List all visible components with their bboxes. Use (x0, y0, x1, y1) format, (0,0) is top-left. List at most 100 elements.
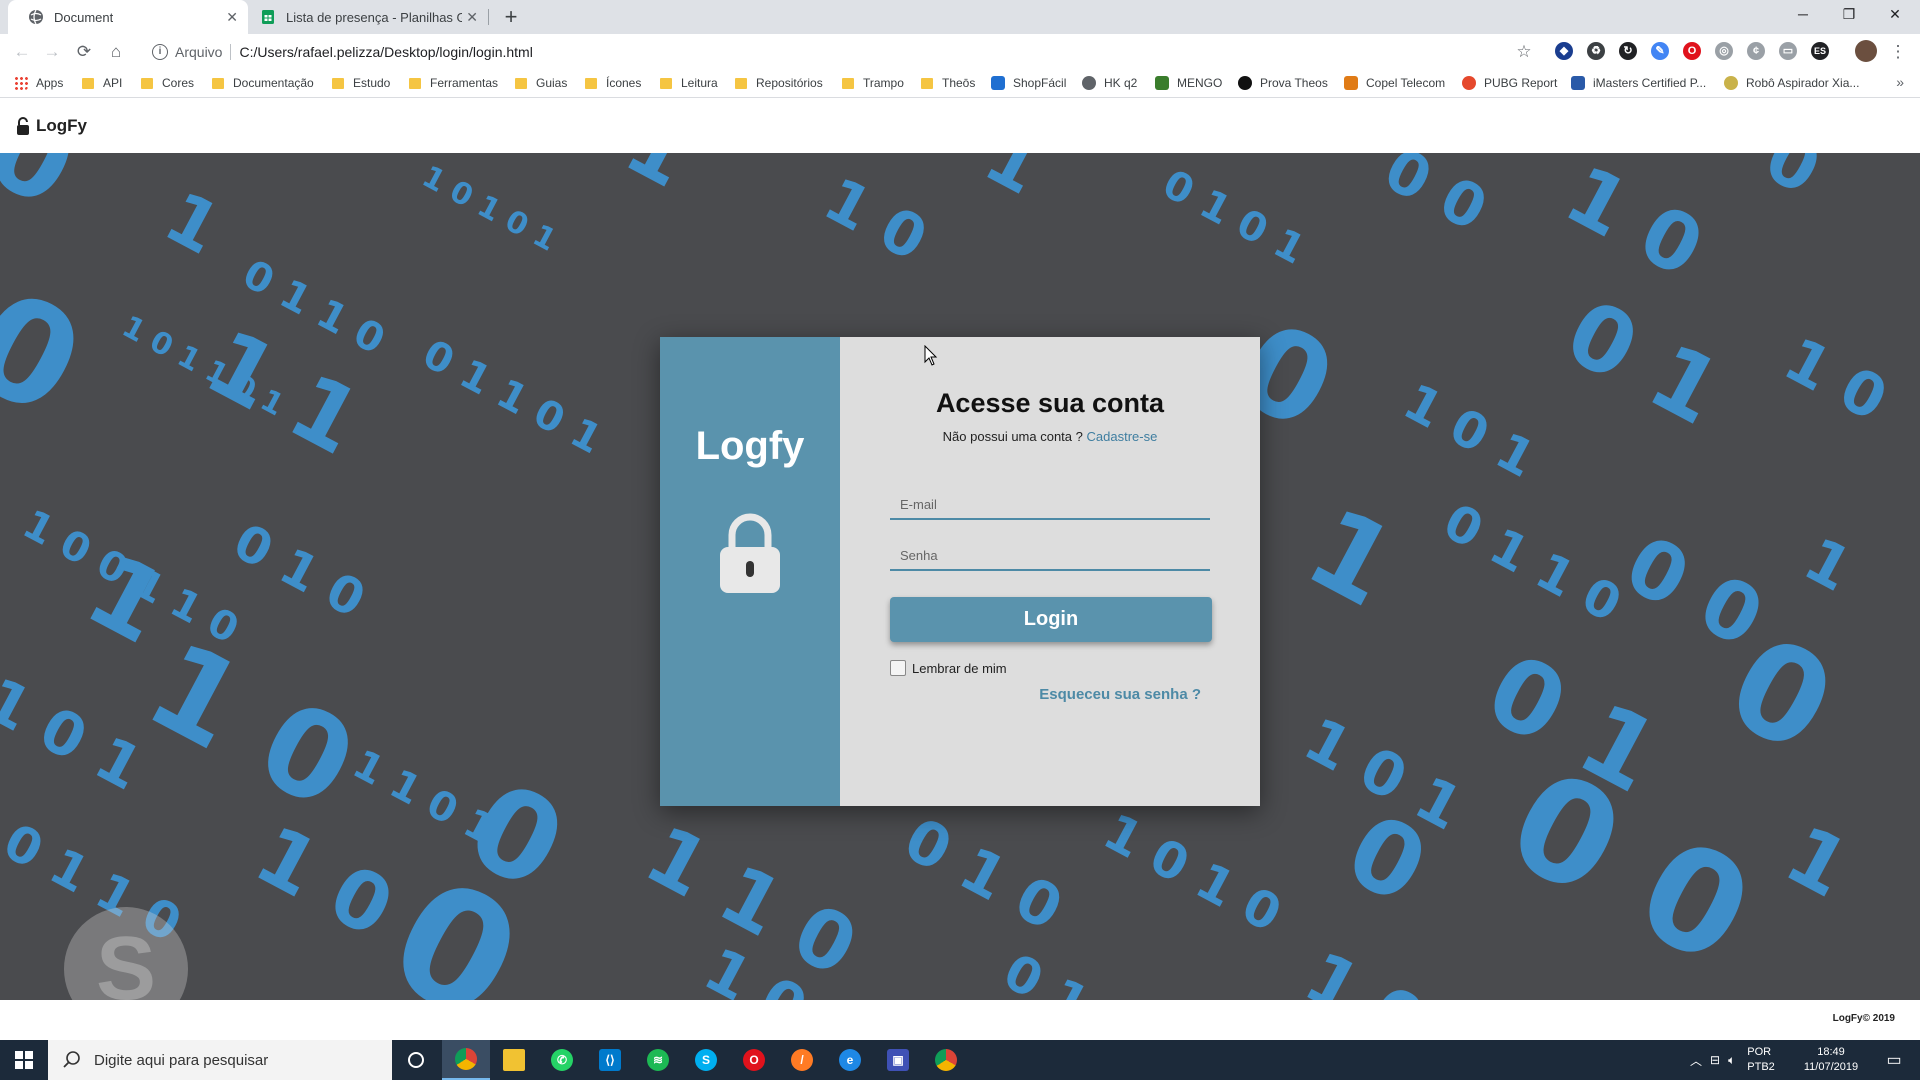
extension-4-icon[interactable]: ✎ (1651, 42, 1669, 60)
bookmark-folder[interactable]: Theōs (921, 76, 975, 90)
bookmark-folder[interactable]: API (82, 76, 122, 90)
bookmark-folder[interactable]: Guias (515, 76, 567, 90)
svg-text:1: 1 (1771, 808, 1864, 916)
svg-text:0 0: 0 0 (1373, 153, 1498, 245)
login-button[interactable]: Login (890, 597, 1212, 642)
bookmark-mengo[interactable]: MENGO (1155, 76, 1222, 90)
tab-sheets[interactable]: Lista de presença - Planilhas Goo ✕ (248, 0, 488, 34)
volume-icon[interactable]: 🔈︎ (1728, 1053, 1735, 1068)
address-url: C:/Users/rafael.pelizza/Desktop/login/lo… (239, 44, 533, 60)
forward-button[interactable]: → (40, 40, 64, 64)
tab-label: Lista de presença - Planilhas Goo (286, 9, 462, 25)
bookmark-folder[interactable]: Estudo (332, 76, 390, 90)
close-tab-icon[interactable]: ✕ (226, 9, 238, 26)
taskbar-file-explorer[interactable] (490, 1040, 538, 1080)
bookmark-folder[interactable]: Trampo (842, 76, 904, 90)
language-indicator[interactable]: POR PTB2 (1747, 1045, 1775, 1075)
extension-7-icon[interactable]: ¢ (1747, 42, 1765, 60)
bookmark-folder[interactable]: Repositórios (735, 76, 823, 90)
page-footer: LogFy© 2019 (0, 1000, 1920, 1040)
bookmark-shopfacil[interactable]: ShopFácil (991, 76, 1066, 90)
extension-opera-icon[interactable]: O (1683, 42, 1701, 60)
svg-text:0 0: 0 0 (1484, 739, 1776, 997)
close-window-button[interactable]: ✕ (1872, 0, 1918, 30)
github-icon (1238, 76, 1252, 90)
notifications-button[interactable]: ▭ (1874, 1040, 1914, 1080)
signup-link[interactable]: Cadastre-se (1087, 429, 1158, 444)
bookmark-imasters[interactable]: iMasters Certified P... (1571, 76, 1706, 90)
bookmark-star-icon[interactable]: ☆ (1512, 40, 1536, 64)
taskbar-vscode[interactable]: ⟨⟩ (586, 1040, 634, 1080)
minimize-button[interactable]: ─ (1780, 0, 1826, 30)
cortana-icon (408, 1052, 424, 1068)
extension-8-icon[interactable]: ▭ (1779, 42, 1797, 60)
taskbar-chrome[interactable] (442, 1040, 490, 1080)
remember-me[interactable]: Lembrar de mim (890, 660, 1007, 676)
password-field[interactable] (890, 541, 1210, 571)
extension-6-icon[interactable]: ◎ (1715, 42, 1733, 60)
info-icon[interactable]: i (152, 44, 168, 60)
taskbar-opera[interactable]: O (730, 1040, 778, 1080)
bookmark-folder[interactable]: Leitura (660, 76, 718, 90)
new-tab-button[interactable]: + (498, 4, 524, 30)
restore-button[interactable]: ❐ (1826, 0, 1872, 30)
email-field[interactable] (890, 490, 1210, 520)
bookmark-folder[interactable]: Ferramentas (409, 76, 498, 90)
svg-text:1 0: 1 0 (1551, 153, 1718, 295)
bookmark-folder[interactable]: Ícones (585, 76, 641, 90)
taskbar-spotify[interactable]: ≋ (634, 1040, 682, 1080)
extension-3-icon[interactable]: ↻ (1619, 42, 1637, 60)
clock[interactable]: 18:49 11/07/2019 (1796, 1040, 1866, 1080)
folder-icon (585, 77, 597, 89)
taskbar-chrome-2[interactable] (922, 1040, 970, 1080)
profile-avatar[interactable] (1855, 40, 1877, 62)
tray-expand-icon[interactable]: ︿ (1690, 1052, 1702, 1069)
taskbar-whatsapp[interactable]: ✆ (538, 1040, 586, 1080)
bookmark-robo[interactable]: Robô Aspirador Xia... (1724, 76, 1859, 90)
bookmark-copel[interactable]: Copel Telecom (1344, 76, 1445, 90)
extension-2-icon[interactable]: ♻ (1587, 42, 1605, 60)
tab-document[interactable]: Document ✕ (8, 0, 248, 34)
reload-button[interactable]: ⟳ (72, 40, 96, 64)
taskbar-sublime[interactable]: / (778, 1040, 826, 1080)
cortana-button[interactable] (392, 1040, 440, 1080)
search-icon (63, 1051, 80, 1068)
folder-icon (515, 77, 527, 89)
svg-text:1: 1 (1793, 524, 1863, 605)
bookmark-pubg[interactable]: PUBG Report (1462, 76, 1557, 90)
bookmarks-overflow-button[interactable]: » (1896, 74, 1904, 90)
remember-me-checkbox[interactable] (890, 660, 906, 676)
svg-text:0 1 1 0 1: 0 1 1 0 1 (415, 331, 609, 463)
menu-icon[interactable]: ⋮ (1886, 40, 1910, 64)
taskbar-skype[interactable]: S (682, 1040, 730, 1080)
close-tab-icon[interactable]: ✕ (466, 9, 478, 26)
start-button[interactable] (0, 1040, 48, 1080)
back-button[interactable]: ← (10, 40, 34, 64)
folder-icon (82, 77, 94, 89)
home-button[interactable]: ⌂ (104, 40, 128, 64)
bookmark-folder[interactable]: Documentação (212, 76, 314, 90)
opera-icon: O (743, 1049, 765, 1071)
bookmark-hk[interactable]: HK q2 (1082, 76, 1137, 90)
forgot-password-link[interactable]: Esqueceu sua senha ? (1039, 686, 1201, 703)
network-icon[interactable]: ⊟ (1710, 1053, 1720, 1067)
bookmark-label: Estudo (353, 76, 391, 90)
taskbar-edge[interactable]: e (826, 1040, 874, 1080)
extension-1-icon[interactable]: ◆ (1555, 42, 1573, 60)
folder-icon (141, 77, 153, 89)
bookmark-label: Robô Aspirador Xia... (1746, 76, 1860, 90)
bookmark-folder[interactable]: Cores (141, 76, 194, 90)
brand[interactable]: LogFy (16, 116, 87, 136)
clock-time: 18:49 (1817, 1046, 1845, 1058)
bookmark-prova-theos[interactable]: Prova Theos (1238, 76, 1328, 90)
taskbar-search[interactable]: Digite aqui para pesquisar (48, 1040, 392, 1080)
folder-icon (212, 77, 224, 89)
shopfacil-icon (991, 76, 1005, 90)
lock-icon (720, 513, 780, 593)
extension-es-icon[interactable]: ES (1811, 42, 1829, 60)
bookmark-apps[interactable]: Apps (14, 76, 63, 90)
clock-date: 11/07/2019 (1803, 1061, 1859, 1073)
taskbar-remote-desktop[interactable]: ▣ (874, 1040, 922, 1080)
brand-name: LogFy (36, 116, 87, 135)
address-bar[interactable]: i Arquivo C:/Users/rafael.pelizza/Deskto… (140, 38, 1540, 66)
